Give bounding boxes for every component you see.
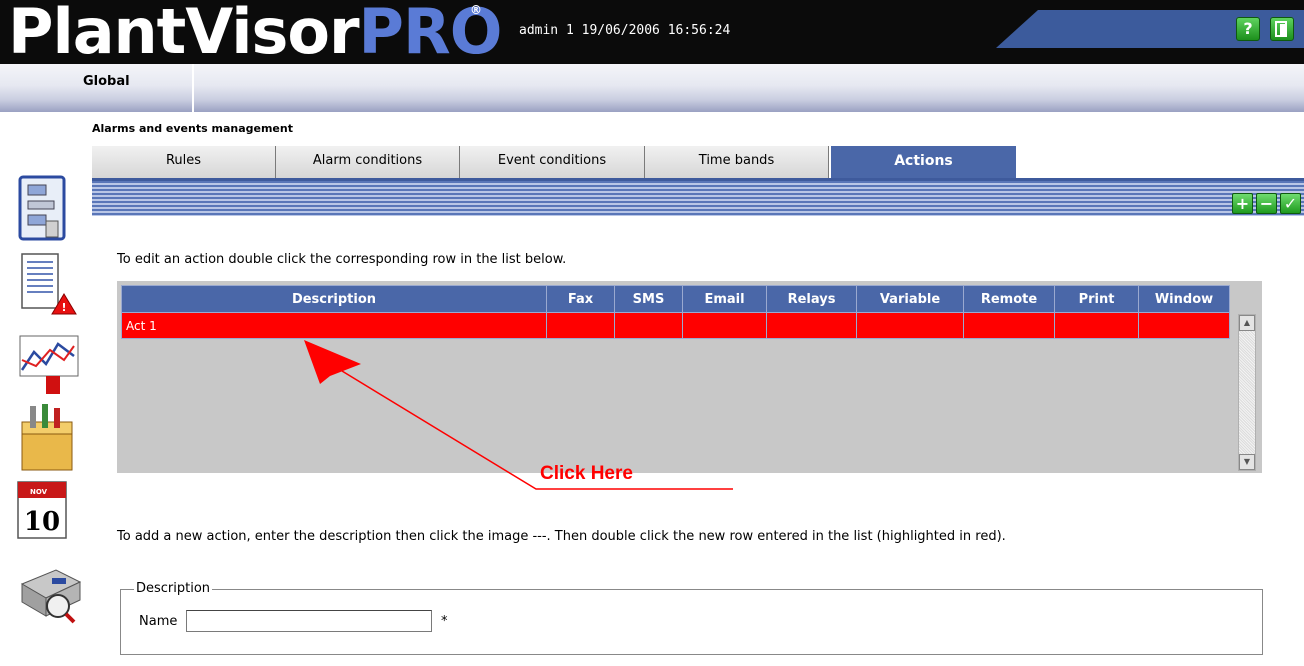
cell-sms[interactable] [614, 312, 683, 339]
header-accent-bevel [996, 10, 1038, 48]
name-input[interactable] [186, 610, 432, 632]
help-icon[interactable]: ? [1236, 17, 1260, 41]
logout-glyph [1275, 21, 1287, 37]
actions-list-panel: Description Fax SMS Email Relays Variabl… [117, 281, 1262, 473]
tab-alarm-conditions[interactable]: Alarm conditions [276, 146, 460, 178]
logo-text-main: PlantVisor [8, 0, 360, 68]
alarm-log-icon[interactable]: ! [16, 250, 77, 315]
site-map-glyph [18, 175, 66, 241]
column-header-window[interactable]: Window [1138, 285, 1230, 313]
svg-text:NOV: NOV [30, 488, 48, 496]
column-header-sms[interactable]: SMS [614, 285, 683, 313]
column-header-description[interactable]: Description [121, 285, 547, 313]
logout-icon[interactable] [1270, 17, 1294, 41]
remove-icon[interactable]: − [1256, 193, 1277, 214]
tab-rules[interactable]: Rules [92, 146, 276, 178]
check-icon[interactable]: ✓ [1280, 193, 1301, 214]
column-header-email[interactable]: Email [682, 285, 767, 313]
table-header-row: Description Fax SMS Email Relays Variabl… [121, 285, 1230, 313]
cell-description[interactable]: Act 1 [121, 312, 547, 339]
tab-actions[interactable]: Actions [831, 146, 1016, 178]
graph-glyph [19, 335, 79, 394]
logo-registered-mark: ® [470, 3, 482, 17]
svg-text:!: ! [61, 301, 66, 314]
global-tab-label: Global [83, 74, 130, 89]
alarm-log-glyph: ! [21, 253, 77, 315]
app-logo: PlantVisorPRO ® [8, 0, 502, 70]
cell-variable[interactable] [856, 312, 964, 339]
global-nav-bar: Global [0, 64, 1304, 112]
add-icon[interactable]: + [1232, 193, 1253, 214]
actions-table: Description Fax SMS Email Relays Variabl… [121, 285, 1230, 339]
actions-toolbar: + − ✓ [92, 178, 1304, 216]
global-tab[interactable]: Global [0, 64, 194, 112]
app-header: PlantVisorPRO ® admin 1 19/06/2006 16:56… [0, 0, 1304, 68]
cell-print[interactable] [1054, 312, 1139, 339]
tools-box-icon[interactable] [16, 400, 76, 471]
cell-email[interactable] [682, 312, 767, 339]
annotation-label: Click Here [540, 463, 633, 484]
column-header-remote[interactable]: Remote [963, 285, 1055, 313]
description-legend: Description [134, 581, 213, 596]
table-scrollbar[interactable]: ▲ ▼ [1238, 314, 1256, 471]
required-marker: * [441, 614, 448, 629]
tab-event-conditions[interactable]: Event conditions [460, 146, 645, 178]
plant-view-icon[interactable] [16, 560, 82, 624]
graph-icon[interactable] [16, 330, 79, 394]
cell-relays[interactable] [766, 312, 857, 339]
page-title: Alarms and events management [92, 122, 293, 135]
column-header-relays[interactable]: Relays [766, 285, 857, 313]
column-header-variable[interactable]: Variable [856, 285, 964, 313]
calendar-icon[interactable]: NOV 10 [16, 476, 76, 539]
tools-box-glyph [21, 404, 73, 471]
svg-text:10: 10 [24, 507, 60, 537]
name-label: Name [139, 614, 178, 629]
edit-instruction: To edit an action double click the corre… [117, 252, 567, 267]
column-header-fax[interactable]: Fax [546, 285, 615, 313]
table-row[interactable]: Act 1 [121, 312, 1230, 339]
calendar-glyph: NOV 10 [17, 481, 67, 539]
user-session-info: admin 1 19/06/2006 16:56:24 [519, 23, 731, 38]
site-map-icon[interactable] [16, 175, 76, 241]
tab-bar: Rules Alarm conditions Event conditions … [92, 146, 1304, 178]
column-header-print[interactable]: Print [1054, 285, 1139, 313]
cell-window[interactable] [1138, 312, 1230, 339]
plant-view-glyph [20, 569, 82, 624]
cell-remote[interactable] [963, 312, 1055, 339]
scroll-down-icon[interactable]: ▼ [1239, 454, 1255, 470]
scroll-up-icon[interactable]: ▲ [1239, 315, 1255, 331]
cell-fax[interactable] [546, 312, 615, 339]
add-instruction: To add a new action, enter the descripti… [117, 529, 1006, 544]
tab-time-bands[interactable]: Time bands [645, 146, 829, 178]
